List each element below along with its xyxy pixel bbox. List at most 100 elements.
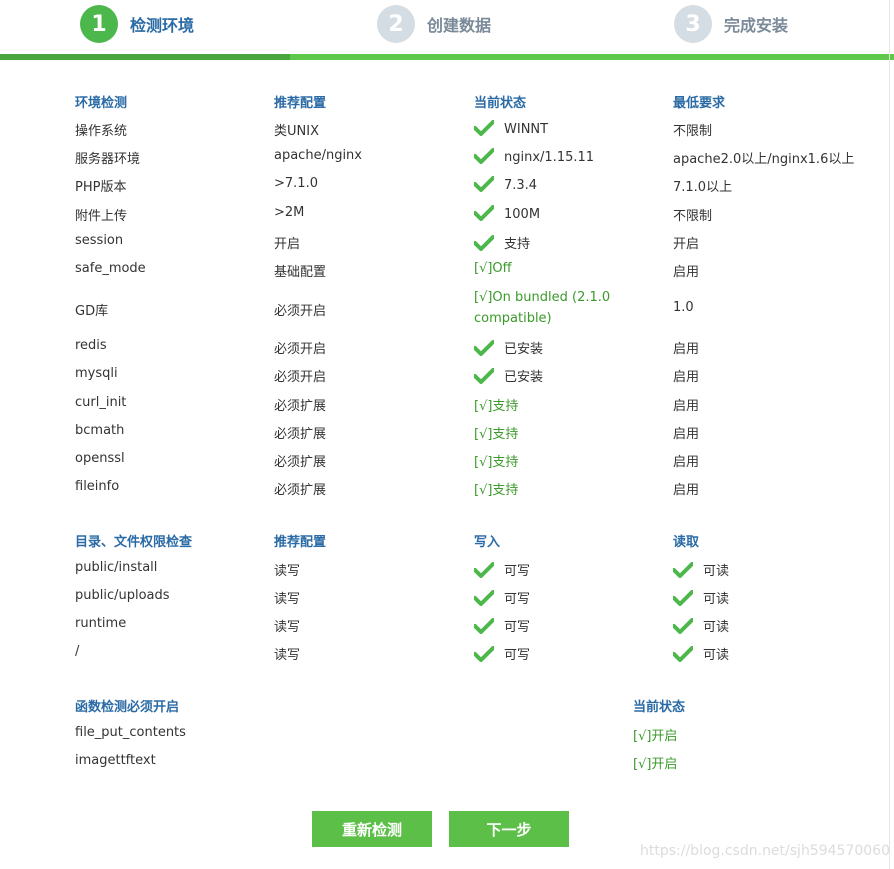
frame-border (889, 0, 890, 869)
dir-path: public/uploads (75, 588, 170, 603)
check-icon (474, 618, 494, 634)
env-recommended: 必须开启 (274, 342, 327, 357)
step-header: 1 检测环境 2 创建数据 3 完成安装 (0, 0, 894, 54)
env-current-value: [√]支持 (474, 427, 519, 442)
env-item: 操作系统 (75, 124, 128, 139)
env-current: 支持 (474, 233, 530, 252)
next-step-button[interactable]: 下一步 (449, 811, 569, 847)
step-detect-env: 1 检测环境 (80, 4, 194, 44)
check-icon (474, 646, 494, 662)
env-recommended: 必须扩展 (274, 399, 327, 414)
env-minimum: 启用 (673, 483, 700, 498)
env-recommended: 开启 (274, 237, 301, 252)
env-item: openssl (75, 451, 125, 466)
step-label-3: 完成安装 (724, 16, 789, 35)
env-current-value: [√]Off (474, 261, 512, 276)
env-current-value: [√]支持 (474, 455, 519, 470)
env-current: nginx/1.15.11 (474, 148, 594, 165)
dir-recommended: 读写 (274, 620, 301, 635)
watermark: https://blog.csdn.net/sjh594570060 (640, 843, 890, 859)
env-current-value: 100M (504, 207, 541, 222)
func-header-status: 当前状态 (633, 700, 686, 715)
dir-write-value: 可写 (504, 620, 531, 635)
env-recommended: 必须开启 (274, 304, 327, 319)
dir-read: 可读 (673, 588, 729, 607)
env-recommended: apache/nginx (274, 148, 362, 163)
env-current-value: 支持 (504, 237, 531, 252)
env-minimum: 开启 (673, 237, 700, 252)
step-label-1: 检测环境 (130, 16, 195, 35)
env-item: GD库 (75, 304, 109, 319)
func-status: [√]开启 (633, 729, 678, 744)
dir-write-value: 可写 (504, 648, 531, 663)
env-current: 已安装 (474, 366, 543, 385)
dir-read: 可读 (673, 644, 729, 663)
check-icon (474, 590, 494, 606)
dir-read-value: 可读 (703, 564, 730, 579)
env-minimum: 启用 (673, 342, 700, 357)
step-finish-install: 3 完成安装 (674, 4, 788, 44)
env-item: 服务器环境 (75, 152, 141, 167)
step-label-2: 创建数据 (427, 16, 492, 35)
dir-recommended: 读写 (274, 648, 301, 663)
env-item: safe_mode (75, 261, 146, 276)
env-current: 7.3.4 (474, 176, 537, 193)
dir-write: 可写 (474, 644, 530, 663)
env-current-value: [√]On bundled (2.1.0 compatible) (474, 290, 611, 326)
env-item: bcmath (75, 423, 125, 438)
step-create-data: 2 创建数据 (377, 4, 491, 44)
dir-read-value: 可读 (703, 592, 730, 607)
dir-read: 可读 (673, 560, 729, 579)
dir-header-write: 写入 (474, 535, 501, 550)
dir-path: runtime (75, 616, 127, 631)
env-current-value: 已安装 (504, 370, 544, 385)
env-current-value: 已安装 (504, 342, 544, 357)
env-item: redis (75, 338, 107, 353)
env-header-recommended: 推荐配置 (274, 96, 327, 111)
env-minimum: 不限制 (673, 209, 713, 224)
func-name: imagettftext (75, 753, 156, 768)
env-recommended: 必须扩展 (274, 483, 327, 498)
progress-bar-done (0, 54, 290, 60)
env-header-minimum: 最低要求 (673, 96, 726, 111)
dir-path: / (75, 644, 80, 659)
dir-header-path: 目录、文件权限检查 (75, 535, 193, 550)
env-current-value: [√]支持 (474, 483, 519, 498)
env-current: 100M (474, 205, 540, 222)
func-name: file_put_contents (75, 725, 186, 740)
env-header-current: 当前状态 (474, 96, 527, 111)
func-header-name: 函数检测必须开启 (75, 700, 180, 715)
dir-read-value: 可读 (703, 620, 730, 635)
check-icon (474, 235, 494, 251)
env-item: mysqli (75, 366, 118, 381)
step-number-2: 2 (377, 5, 415, 43)
env-recommended: >2M (274, 205, 305, 220)
env-item: PHP版本 (75, 180, 127, 195)
dir-write: 可写 (474, 560, 530, 579)
dir-path: public/install (75, 560, 158, 575)
env-minimum: 启用 (673, 427, 700, 442)
env-current-value: WINNT (504, 122, 549, 137)
step-number-1: 1 (80, 5, 118, 43)
env-item: 附件上传 (75, 209, 128, 224)
env-current-value: 7.3.4 (504, 178, 538, 193)
env-current: 已安装 (474, 338, 543, 357)
env-recommended: >7.1.0 (274, 176, 318, 191)
env-minimum: 启用 (673, 455, 700, 470)
env-recommended: 必须开启 (274, 370, 327, 385)
env-item: fileinfo (75, 479, 120, 494)
recheck-button[interactable]: 重新检测 (312, 811, 432, 847)
dir-write: 可写 (474, 616, 530, 635)
env-item: session (75, 233, 124, 248)
env-current-value: [√]支持 (474, 399, 519, 414)
env-recommended: 必须扩展 (274, 455, 327, 470)
env-recommended: 必须扩展 (274, 427, 327, 442)
dir-header-recommended: 推荐配置 (274, 535, 327, 550)
env-recommended: 类UNIX (274, 124, 319, 139)
check-icon (474, 340, 494, 356)
env-minimum: 7.1.0以上 (673, 180, 733, 195)
check-icon (474, 148, 494, 164)
check-icon (673, 562, 693, 578)
check-icon (474, 368, 494, 384)
dir-header-read: 读取 (673, 535, 700, 550)
